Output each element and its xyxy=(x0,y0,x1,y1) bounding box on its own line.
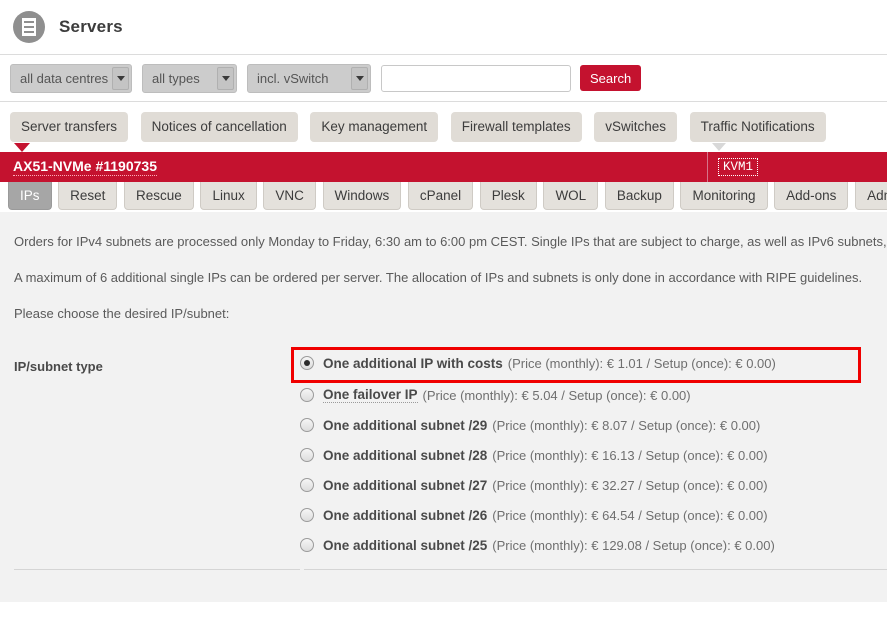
tab-plesk[interactable]: Plesk xyxy=(479,182,537,210)
search-button[interactable]: Search xyxy=(580,65,642,91)
option-label[interactable]: One failover IP xyxy=(323,387,418,403)
server-list-icon xyxy=(13,11,45,43)
type-select-value: all types xyxy=(152,70,200,86)
row-divider xyxy=(0,569,887,570)
tab-windows[interactable]: Windows xyxy=(322,182,402,210)
tab-admin-login[interactable]: Admin login xyxy=(855,182,887,210)
radio-icon[interactable] xyxy=(300,448,314,462)
info-paragraph-processing-times: Orders for IPv4 subnets are processed on… xyxy=(14,234,887,249)
ip-subnet-type-row: IP/subnet type One additional IP with co… xyxy=(0,346,887,560)
radio-icon[interactable] xyxy=(300,388,314,402)
vswitch-select[interactable]: incl. vSwitch xyxy=(247,63,371,93)
tab-ips[interactable]: IPs xyxy=(8,182,52,210)
chevron-down-icon xyxy=(217,66,234,90)
filter-bar: all data centres all types incl. vSwitch… xyxy=(0,55,887,102)
active-section-pointer-icon xyxy=(14,143,30,152)
server-title-bar: AX51-NVMe #1190735 KVM1 xyxy=(0,152,887,182)
radio-icon[interactable] xyxy=(300,356,314,370)
tab-linux[interactable]: Linux xyxy=(200,182,257,210)
tab-backup[interactable]: Backup xyxy=(604,182,674,210)
vswitch-select-value: incl. vSwitch xyxy=(257,70,329,86)
option-label: One additional IP with costs xyxy=(323,355,503,371)
option-subnet-27[interactable]: One additional subnet /27 (Price (monthl… xyxy=(300,470,887,500)
section-tab-vswitches[interactable]: vSwitches xyxy=(594,112,677,142)
option-price: (Price (monthly): € 5.04 / Setup (once):… xyxy=(422,387,691,403)
ip-order-panel: Orders for IPv4 subnets are processed on… xyxy=(0,212,887,602)
option-label: One additional subnet /27 xyxy=(323,477,488,493)
choose-instruction: Please choose the desired IP/subnet: xyxy=(14,306,230,321)
tab-reset[interactable]: Reset xyxy=(58,182,118,210)
radio-icon[interactable] xyxy=(300,418,314,432)
server-tab-bar: IPs Reset Rescue Linux VNC Windows cPane… xyxy=(0,182,887,212)
option-price: (Price (monthly): € 129.08 / Setup (once… xyxy=(492,537,775,553)
option-price: (Price (monthly): € 16.13 / Setup (once)… xyxy=(492,447,768,463)
option-one-failover-ip[interactable]: One failover IP (Price (monthly): € 5.04… xyxy=(300,380,887,410)
search-input[interactable] xyxy=(381,64,571,92)
radio-icon[interactable] xyxy=(300,538,314,552)
tab-add-ons[interactable]: Add-ons xyxy=(774,182,849,210)
section-tab-server-transfers[interactable]: Server transfers xyxy=(10,112,129,142)
section-tab-bar: Server transfers Notices of cancellation… xyxy=(0,102,887,152)
section-tab-notices-of-cancellation[interactable]: Notices of cancellation xyxy=(140,112,298,142)
option-label: One additional subnet /28 xyxy=(323,447,488,463)
info-paragraph-allocation-rules: A maximum of 6 additional single IPs can… xyxy=(14,270,863,285)
option-subnet-25[interactable]: One additional subnet /25 (Price (monthl… xyxy=(300,530,887,560)
radio-icon[interactable] xyxy=(300,508,314,522)
option-subnet-26[interactable]: One additional subnet /26 (Price (monthl… xyxy=(300,500,887,530)
page-header: Servers xyxy=(0,0,887,55)
option-label: One additional subnet /26 xyxy=(323,507,488,523)
option-price: (Price (monthly): € 8.07 / Setup (once):… xyxy=(492,417,761,433)
page-title: Servers xyxy=(59,17,123,36)
tab-rescue[interactable]: Rescue xyxy=(124,182,194,210)
chevron-down-icon xyxy=(112,66,129,90)
option-label: One additional subnet /25 xyxy=(323,537,488,553)
page-viewport: Servers all data centres all types incl.… xyxy=(0,0,887,633)
option-one-additional-ip-with-costs[interactable]: One additional IP with costs (Price (mon… xyxy=(300,346,887,380)
section-tab-firewall-templates[interactable]: Firewall templates xyxy=(450,112,582,142)
datacentre-select[interactable]: all data centres xyxy=(10,63,132,93)
server-name[interactable]: AX51-NVMe #1190735 xyxy=(13,158,157,176)
divider xyxy=(707,152,708,182)
tab-wol[interactable]: WOL xyxy=(543,182,599,210)
option-subnet-28[interactable]: One additional subnet /28 (Price (monthl… xyxy=(300,440,887,470)
tab-cpanel[interactable]: cPanel xyxy=(407,182,474,210)
option-price: (Price (monthly): € 1.01 / Setup (once):… xyxy=(507,355,776,371)
tab-monitoring[interactable]: Monitoring xyxy=(680,182,768,210)
section-tab-key-management[interactable]: Key management xyxy=(310,112,439,142)
option-price: (Price (monthly): € 32.27 / Setup (once)… xyxy=(492,477,768,493)
option-subnet-29[interactable]: One additional subnet /29 (Price (monthl… xyxy=(300,410,887,440)
kvm-badge[interactable]: KVM1 xyxy=(718,158,759,176)
radio-icon[interactable] xyxy=(300,478,314,492)
section-pointer-icon xyxy=(712,143,726,151)
chevron-down-icon xyxy=(351,66,368,90)
ip-subnet-type-label: IP/subnet type xyxy=(14,359,103,374)
type-select[interactable]: all types xyxy=(142,63,237,93)
section-tab-traffic-notifications[interactable]: Traffic Notifications xyxy=(689,112,826,142)
option-price: (Price (monthly): € 64.54 / Setup (once)… xyxy=(492,507,768,523)
tab-vnc[interactable]: VNC xyxy=(263,182,316,210)
ip-subnet-type-options: One additional IP with costs (Price (mon… xyxy=(300,346,887,560)
option-label: One additional subnet /29 xyxy=(323,417,488,433)
